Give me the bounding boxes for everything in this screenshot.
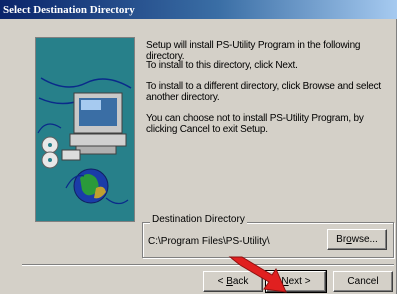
window-title: Select Destination Directory [3,4,135,16]
browse-label-pre: Br [336,234,347,245]
destination-path: C:\Program Files\PS-Utility\ [148,236,270,247]
setup-dialog: Select Destination Directory Setup will … [0,0,397,294]
next-label-post: ext > [288,276,311,287]
computer-globe-illustration [37,77,132,205]
back-label-pre: < [217,276,227,287]
title-bar[interactable]: Select Destination Directory [0,0,397,19]
intro-text: Setup will install PS-Utility Program in… [146,40,361,62]
cancel-button[interactable]: Cancel [333,271,393,292]
browse-button[interactable]: Browse... [327,229,387,250]
red-arrow-pointer-icon [228,256,287,293]
browse-label-post: wse... [351,234,378,245]
setup-illustration [35,37,135,222]
button-separator [22,264,394,266]
next-instruction-text: To install to this directory, click Next… [146,60,298,71]
cancel-instruction-text: You can choose not to install PS-Utility… [146,113,364,135]
destination-directory-label: Destination Directory [150,214,247,226]
browse-instruction-text: To install to a different directory, cli… [146,81,381,103]
